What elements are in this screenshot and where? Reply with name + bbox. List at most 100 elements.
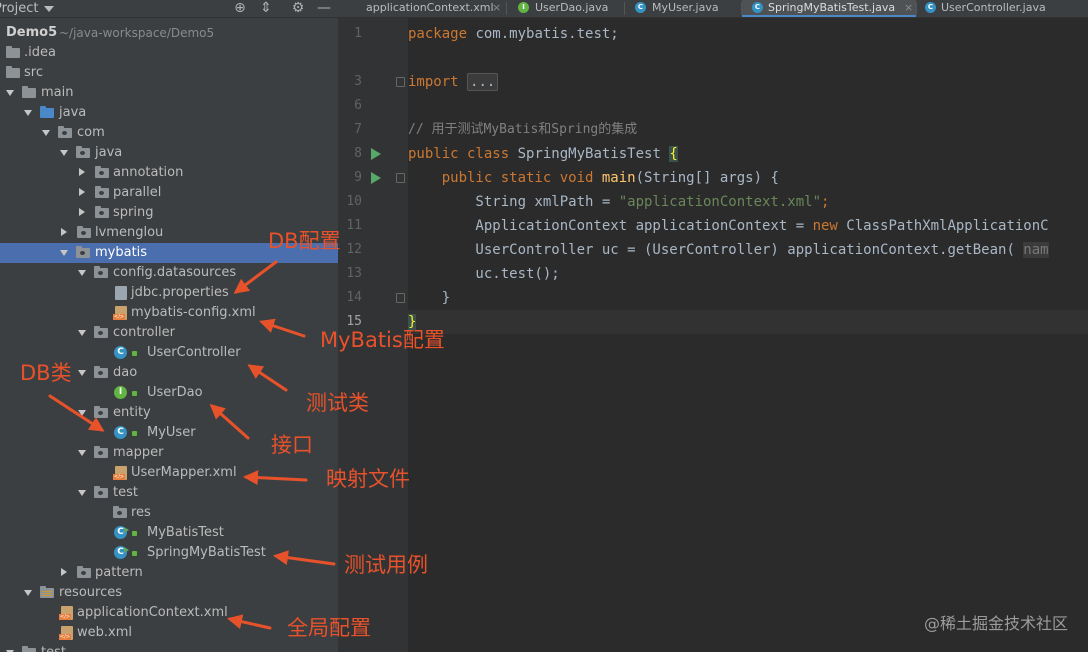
- tab-userdao-java[interactable]: I UserDao.java: [507, 0, 624, 17]
- tree-item-controller[interactable]: controller: [0, 323, 338, 343]
- tab-usercontroller-java[interactable]: C UserController.java: [917, 0, 1088, 17]
- tree-item-pattern[interactable]: pattern: [0, 563, 338, 583]
- tree-item-label: UserMapper.xml: [131, 465, 237, 480]
- tree-item-jdbc-properties[interactable]: jdbc.properties: [0, 283, 338, 303]
- tree-item-config-datasources[interactable]: config.datasources: [0, 263, 338, 283]
- target-icon[interactable]: ⊕: [232, 0, 248, 17]
- gear-icon[interactable]: ⚙: [290, 0, 306, 17]
- annotation-global-config: 全局配置: [287, 616, 371, 640]
- tree-item-java-package[interactable]: java: [0, 143, 338, 163]
- collapse-icon[interactable]: ⇕: [258, 0, 274, 17]
- test-class-icon: C: [114, 546, 129, 559]
- test-class-icon: C: [752, 2, 763, 13]
- tree-item-test-package[interactable]: test: [0, 483, 338, 503]
- collapse-arrow-icon[interactable]: [61, 228, 67, 236]
- tree-item-annotation[interactable]: annotation: [0, 163, 338, 183]
- close-icon[interactable]: ×: [492, 0, 501, 16]
- annotation-db-config: DB配置: [268, 229, 341, 253]
- expand-arrow-icon[interactable]: [78, 270, 86, 276]
- folded-imports[interactable]: ...: [467, 73, 499, 91]
- fold-icon[interactable]: [396, 77, 405, 87]
- tree-item-label: mapper: [113, 445, 164, 460]
- expand-arrow-icon[interactable]: [78, 450, 86, 456]
- package-icon: [76, 146, 90, 158]
- code-text: ApplicationContext applicationContext =: [408, 218, 813, 234]
- xml-file-icon: </>: [59, 606, 73, 620]
- tree-item-mybatistest[interactable]: C MyBatisTest: [0, 523, 338, 543]
- expand-arrow-icon[interactable]: [60, 250, 68, 256]
- parameter-hint: nam: [1023, 242, 1049, 258]
- tree-item-mybatis-config-xml[interactable]: </> mybatis-config.xml: [0, 303, 338, 323]
- keyword: public class: [408, 146, 510, 162]
- tab-label: UserController.java: [941, 1, 1046, 14]
- tree-item-springmybatistest[interactable]: C SpringMyBatisTest: [0, 543, 338, 563]
- expand-arrow-icon[interactable]: [78, 370, 86, 376]
- tree-item-label: src: [24, 65, 43, 80]
- project-panel-title[interactable]: Project: [0, 0, 38, 17]
- fold-icon[interactable]: [396, 173, 405, 183]
- code-text: ;: [821, 194, 830, 210]
- expand-arrow-icon[interactable]: [78, 490, 86, 496]
- minimize-icon[interactable]: —: [316, 0, 332, 17]
- tree-item-spring[interactable]: spring: [0, 203, 338, 223]
- code-line: package com.mybatis.test;: [408, 22, 619, 46]
- package-icon: [95, 166, 109, 178]
- tree-item-label: test: [113, 485, 138, 500]
- line-number: 6: [354, 98, 362, 113]
- access-icon: [132, 551, 137, 556]
- tree-item-label: Demo5: [6, 25, 58, 40]
- package-icon: [77, 566, 91, 578]
- tree-item-java-source[interactable]: java: [0, 103, 338, 123]
- expand-arrow-icon[interactable]: [6, 90, 14, 96]
- expand-arrow-icon[interactable]: [42, 130, 50, 136]
- collapse-arrow-icon[interactable]: [79, 168, 85, 176]
- code-text: UserController uc = (UserController) app…: [408, 242, 1024, 258]
- tree-item-parallel[interactable]: parallel: [0, 183, 338, 203]
- run-icon[interactable]: [371, 148, 381, 160]
- xml-file-icon: </>: [113, 306, 127, 320]
- source-folder-icon: [40, 106, 54, 118]
- tab-applicationcontext-xml[interactable]: applicationContext.xml ×: [338, 0, 506, 17]
- tree-item-main[interactable]: main: [0, 83, 338, 103]
- package-icon: [95, 206, 109, 218]
- fold-icon[interactable]: [396, 293, 405, 303]
- keyword: package: [408, 26, 468, 42]
- line-number: 7: [354, 122, 362, 137]
- code-comment: // 用于测试MyBatis和Spring的集成: [408, 122, 638, 137]
- tab-label: UserDao.java: [535, 1, 609, 14]
- line-number: 1: [354, 26, 362, 41]
- tree-item-entity[interactable]: entity: [0, 403, 338, 423]
- line-number: 11: [346, 218, 362, 233]
- tab-myuser-java[interactable]: C MyUser.java: [625, 0, 741, 17]
- tree-item-label: resources: [59, 585, 123, 600]
- collapse-arrow-icon[interactable]: [79, 208, 85, 216]
- expand-arrow-icon[interactable]: [78, 330, 86, 336]
- close-icon[interactable]: ×: [904, 0, 913, 16]
- code-editor[interactable]: package com.mybatis.test; import ... // …: [408, 18, 1088, 652]
- tree-item-label: test: [41, 643, 66, 652]
- code-line: String xmlPath = "applicationContext.xml…: [408, 190, 829, 214]
- tree-item-res[interactable]: res: [0, 503, 338, 523]
- tree-item-usermapper-xml[interactable]: </> UserMapper.xml: [0, 463, 338, 483]
- collapse-arrow-icon[interactable]: [79, 188, 85, 196]
- tree-item-idea[interactable]: .idea: [0, 43, 338, 63]
- tree-item-src[interactable]: src: [0, 63, 338, 83]
- chevron-down-icon[interactable]: [44, 6, 54, 12]
- tab-springmybatistest-java[interactable]: C SpringMyBatisTest.java ×: [742, 0, 916, 17]
- run-icon[interactable]: [371, 172, 381, 184]
- line-number: 3: [354, 74, 362, 89]
- expand-arrow-icon[interactable]: [78, 410, 86, 416]
- expand-arrow-icon[interactable]: [24, 590, 32, 596]
- tree-item-demo5[interactable]: Demo5 ~/java-workspace/Demo5: [0, 23, 338, 43]
- expand-arrow-icon[interactable]: [60, 150, 68, 156]
- tree-item-com[interactable]: com: [0, 123, 338, 143]
- tree-item-userdao[interactable]: I UserDao: [0, 383, 338, 403]
- tree-item-resources[interactable]: resources: [0, 583, 338, 603]
- line-number: 8: [354, 146, 362, 161]
- collapse-arrow-icon[interactable]: [61, 568, 67, 576]
- package-icon: [94, 326, 108, 338]
- expand-arrow-icon[interactable]: [24, 110, 32, 116]
- tree-item-test-folder[interactable]: test: [0, 643, 338, 652]
- class-icon: C: [114, 426, 127, 439]
- code-text: (String[] args) {: [635, 170, 779, 186]
